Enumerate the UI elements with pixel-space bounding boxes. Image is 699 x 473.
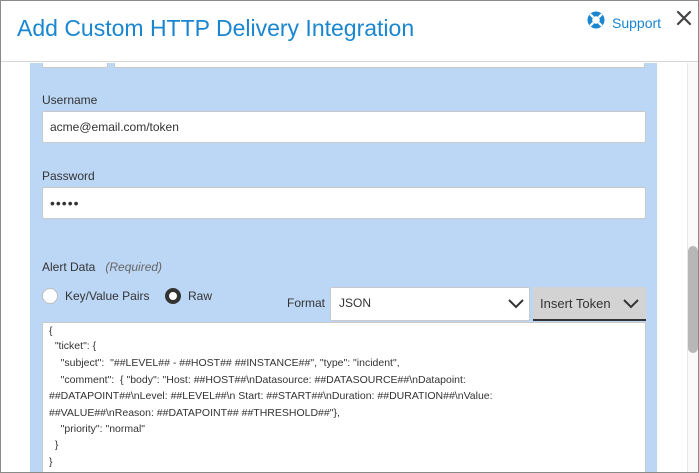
username-input[interactable]: acme@email.com/token [42, 111, 646, 143]
partial-field-right[interactable] [114, 63, 645, 68]
raw-line: "subject": "##LEVEL## - ##HOST## ##INSTA… [49, 357, 400, 369]
partial-field-left[interactable] [42, 63, 108, 68]
chevron-down-icon [622, 297, 640, 316]
scrollbar-thumb[interactable] [688, 246, 698, 353]
insert-token-label: Insert Token [540, 296, 611, 311]
raw-line: "comment": { "body": "Host: ##HOST##\nDa… [49, 374, 466, 386]
insert-token-button[interactable]: Insert Token [533, 287, 646, 321]
radio-label: Raw [188, 289, 213, 303]
dialog-title: Add Custom HTTP Delivery Integration [17, 15, 415, 41]
username-label: Username [42, 93, 98, 107]
support-label: Support [612, 14, 662, 31]
raw-data-textarea[interactable]: { "ticket": { "subject": "##LEVEL## - ##… [42, 322, 646, 472]
password-input[interactable]: ••••• [42, 187, 646, 219]
raw-line: "ticket": { [49, 340, 97, 352]
format-select-value: JSON [339, 296, 372, 310]
chevron-down-icon [507, 297, 525, 316]
radio-raw[interactable]: Raw [165, 288, 212, 304]
radio-label: Key/Value Pairs [65, 289, 150, 303]
format-label: Format [287, 296, 326, 310]
format-select[interactable]: JSON [330, 287, 530, 321]
integration-dialog: Add Custom HTTP Delivery Integration Sup… [0, 0, 699, 473]
raw-line: ##DATAPOINT##\nLevel: ##LEVEL##\n Start:… [49, 390, 493, 402]
raw-line: ##VALUE##\nReason: ##DATAPOINT## ##THRES… [49, 407, 340, 419]
raw-line: } [49, 456, 53, 468]
radio-unchecked-icon [42, 288, 58, 304]
required-note: (Required) [105, 260, 163, 274]
raw-line: } [49, 439, 59, 451]
alert-data-title: Alert Data [42, 260, 96, 274]
close-button[interactable] [673, 7, 695, 29]
alert-data-label: Alert Data (Required) [42, 260, 162, 274]
raw-line: "priority": "normal" [49, 423, 146, 435]
password-label: Password [42, 169, 95, 183]
radio-checked-icon [165, 288, 181, 304]
support-link[interactable]: Support [586, 10, 661, 35]
close-icon [676, 10, 692, 26]
raw-line: { [49, 325, 53, 337]
radio-key-value-pairs[interactable]: Key/Value Pairs [42, 288, 150, 304]
lifebuoy-icon [586, 10, 606, 35]
dialog-header: Add Custom HTTP Delivery Integration Sup… [1, 1, 698, 62]
